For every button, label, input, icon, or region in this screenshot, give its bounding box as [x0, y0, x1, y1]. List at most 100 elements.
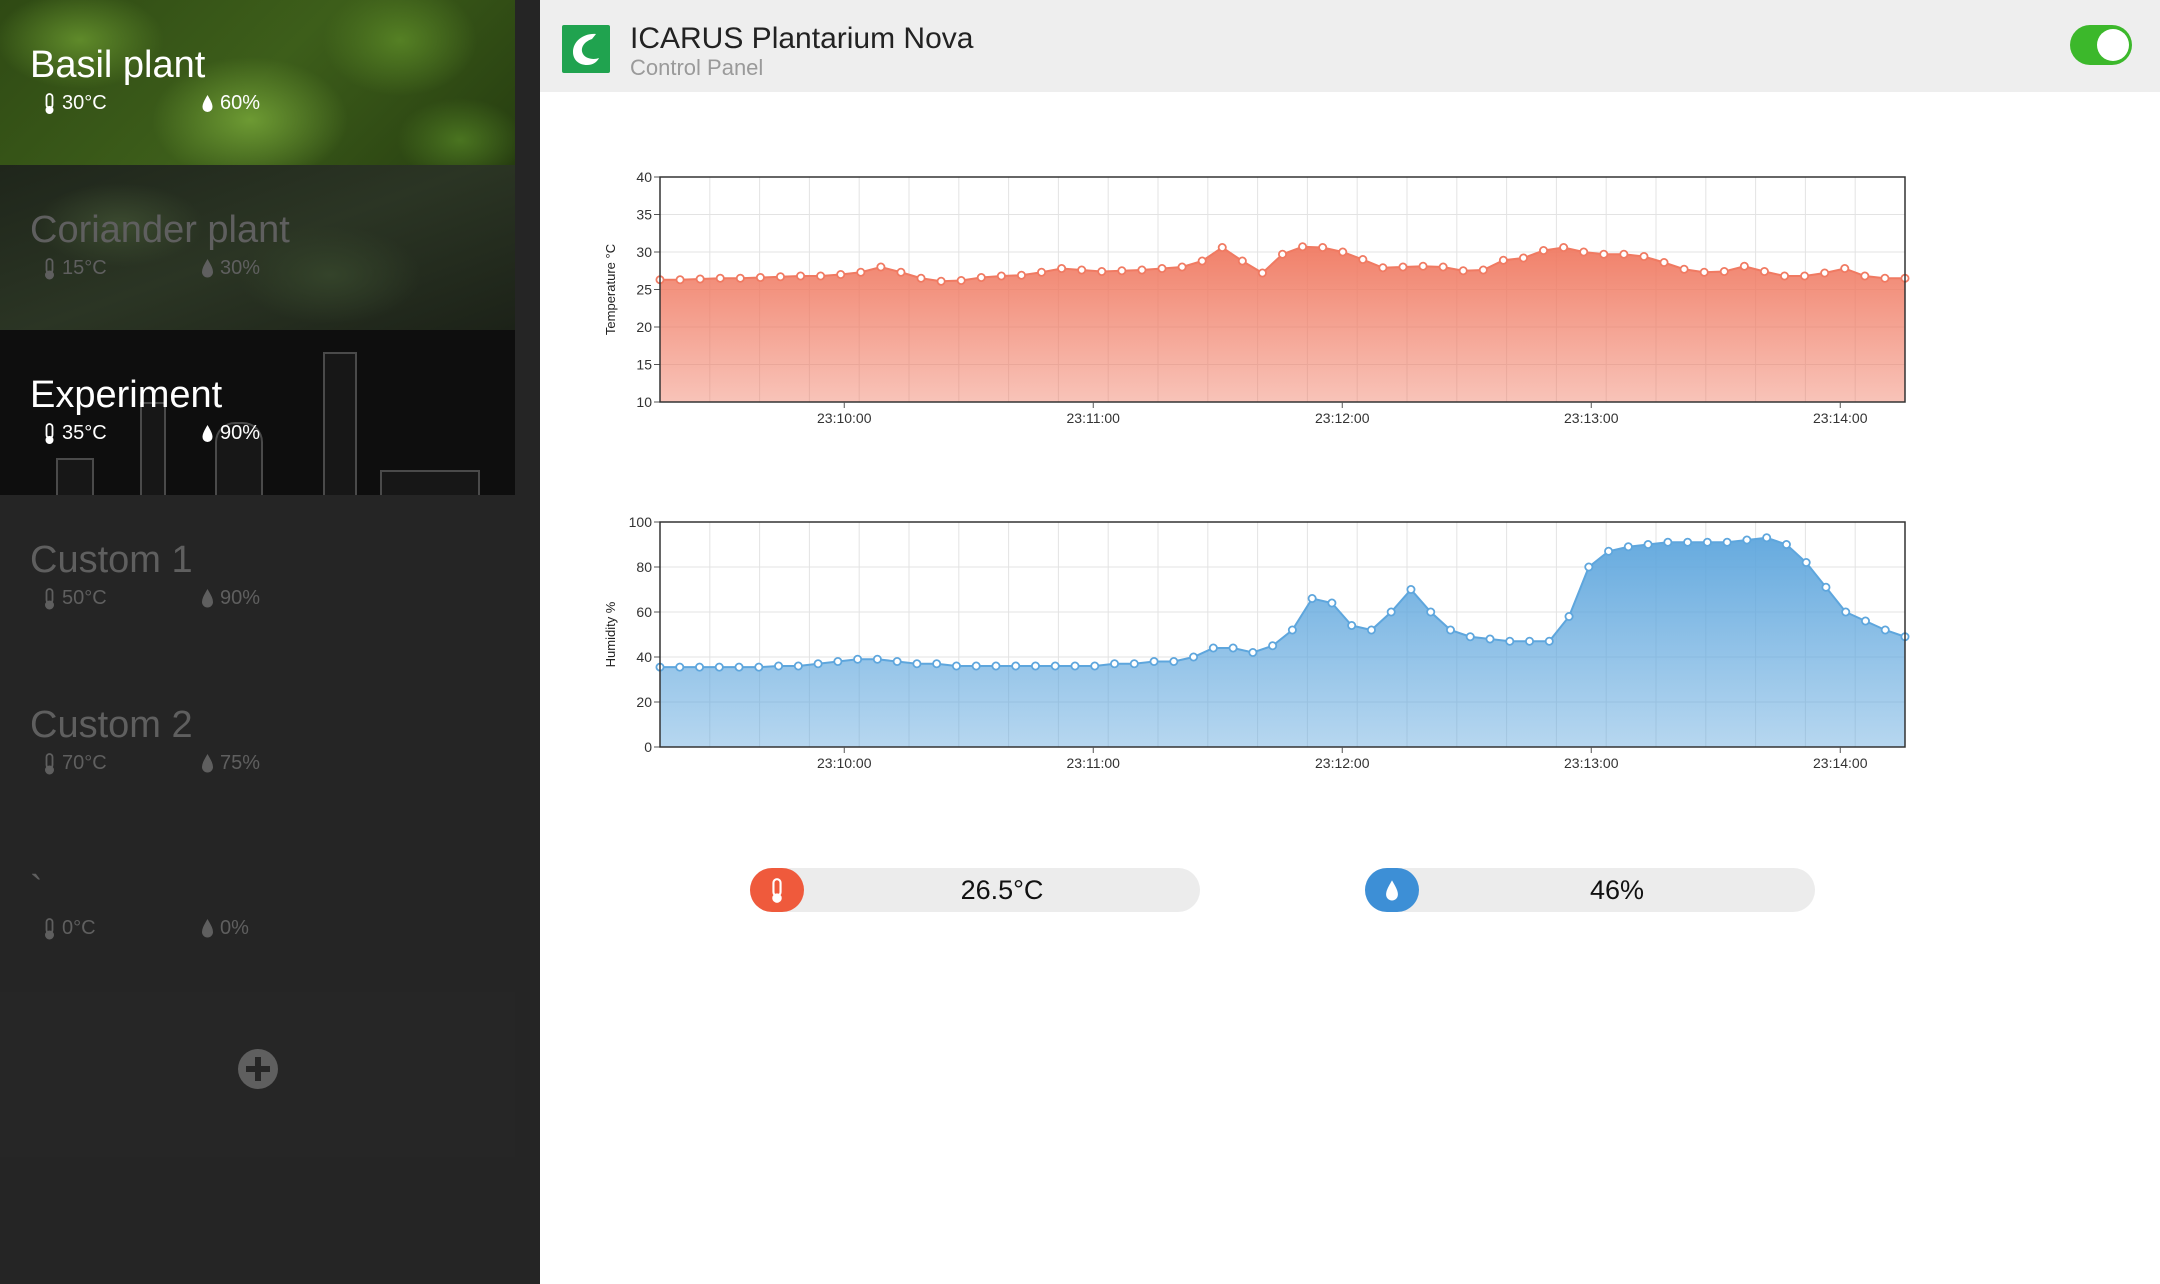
data-point [1579, 247, 1589, 257]
droplet-icon [202, 424, 213, 442]
preset-temperature-value: 0°C [62, 917, 96, 939]
preset-humidity-value: 60% [220, 92, 261, 114]
data-point [1157, 264, 1167, 274]
preset-card-basil[interactable]: Basil plant 30°C 60% [0, 0, 515, 165]
data-point [695, 662, 705, 672]
data-point [715, 273, 725, 283]
current-temperature-value: 26.5°C [960, 875, 1044, 905]
preset-temperature: 15°C [42, 257, 107, 280]
series-area [660, 246, 1905, 402]
data-point [1820, 268, 1830, 278]
data-point [1639, 252, 1649, 262]
data-point [675, 662, 685, 672]
x-tick-label: 23:14:00 [1813, 755, 1868, 771]
leaf-icon [562, 25, 610, 73]
data-point [1801, 558, 1811, 568]
preset-temperature: 35°C [42, 422, 107, 445]
droplet-icon [201, 258, 214, 277]
preset-humidity-value: 75% [220, 752, 261, 774]
y-tick-label: 20 [636, 694, 652, 710]
thermometer-icon [45, 92, 54, 114]
data-point [1077, 265, 1087, 275]
data-point [1525, 636, 1535, 646]
data-point [1604, 546, 1614, 556]
data-point [1189, 652, 1199, 662]
droplet-icon [201, 753, 214, 772]
data-point [1406, 585, 1416, 595]
preset-humidity-value: 30% [220, 257, 261, 279]
droplet-icon [201, 918, 214, 937]
data-point [1438, 262, 1448, 272]
thermometer-icon [45, 587, 54, 609]
data-point [1248, 647, 1258, 657]
data-point [1599, 249, 1609, 259]
y-axis-title: Temperature °C [603, 244, 618, 335]
preset-card-custom-2[interactable]: Custom 2 70°C 75% [0, 660, 515, 825]
data-point [1840, 264, 1850, 274]
data-point [1821, 582, 1831, 592]
data-point [1742, 535, 1752, 545]
y-tick-label: 25 [636, 282, 652, 298]
preset-card-custom-1[interactable]: Custom 1 50°C 90% [0, 495, 515, 660]
data-point [1257, 268, 1267, 278]
data-point [1623, 542, 1633, 552]
data-point [951, 661, 961, 671]
preset-card-coriander[interactable]: Coriander plant 15°C 30% [0, 165, 515, 330]
data-point [912, 659, 922, 669]
data-point [1762, 533, 1772, 543]
data-point [1880, 625, 1890, 635]
data-point [1659, 258, 1669, 268]
y-tick-label: 20 [636, 319, 652, 335]
data-point [1097, 267, 1107, 277]
droplet-icon [201, 588, 214, 607]
x-tick-label: 23:14:00 [1813, 410, 1868, 426]
thermometer-icon [772, 878, 782, 903]
data-point [1759, 267, 1769, 277]
power-toggle[interactable] [2070, 25, 2132, 65]
add-preset-button[interactable] [0, 992, 515, 1157]
data-point [872, 654, 882, 664]
data-point [1418, 261, 1428, 271]
data-point [1169, 656, 1179, 666]
data-point [1781, 540, 1791, 550]
data-point [1050, 661, 1060, 671]
data-point [1584, 562, 1594, 572]
data-point [816, 271, 826, 281]
x-tick-label: 23:13:00 [1564, 410, 1619, 426]
data-point [1347, 621, 1357, 631]
droplet-icon [1386, 880, 1398, 901]
data-point [695, 274, 705, 284]
data-point [896, 267, 906, 277]
current-humidity-value: 46% [1589, 875, 1645, 905]
data-point [996, 271, 1006, 281]
preset-card-experiment[interactable]: Experiment 35°C 90% [0, 330, 515, 495]
data-point [1445, 625, 1455, 635]
data-point [1378, 263, 1388, 273]
temperature-chart: 10 15 20 25 30 35 40 23:10:00 23:11:00 23:12:00 23… [590, 160, 1930, 440]
temperature-badge [750, 868, 804, 912]
y-tick-label: 40 [636, 169, 652, 185]
data-point [813, 659, 823, 669]
app-title: ICARUS Plantarium Nova [630, 22, 974, 55]
data-point [1030, 661, 1040, 671]
data-point [1366, 625, 1376, 635]
preset-humidity: 0% [200, 917, 249, 940]
x-tick-label: 23:12:00 [1315, 410, 1370, 426]
y-tick-label: 10 [636, 394, 652, 410]
data-point [734, 662, 744, 672]
data-point [1117, 266, 1127, 276]
humidity-chart: 0 20 40 60 80 100 23:10:00 23:11:00 23:12:00 23:1… [590, 505, 1930, 785]
data-point [936, 276, 946, 286]
data-point [1386, 607, 1396, 617]
x-tick-label: 23:13:00 [1564, 755, 1619, 771]
x-tick-label: 23:10:00 [817, 755, 872, 771]
preset-humidity: 90% [200, 587, 260, 610]
humidity-chart-svg: 0 20 40 60 80 100 23:10:00 23:11:00 23:12:00 23:1… [603, 514, 1910, 771]
preset-card-unnamed[interactable]: ` 0°C 0% [0, 825, 515, 990]
x-tick-label: 23:10:00 [817, 410, 872, 426]
preset-name: Experiment [30, 374, 223, 416]
app-subtitle: Control Panel [630, 55, 764, 80]
data-point [775, 272, 785, 282]
preset-name: Custom 2 [30, 704, 193, 746]
preset-name: Coriander plant [30, 209, 290, 251]
